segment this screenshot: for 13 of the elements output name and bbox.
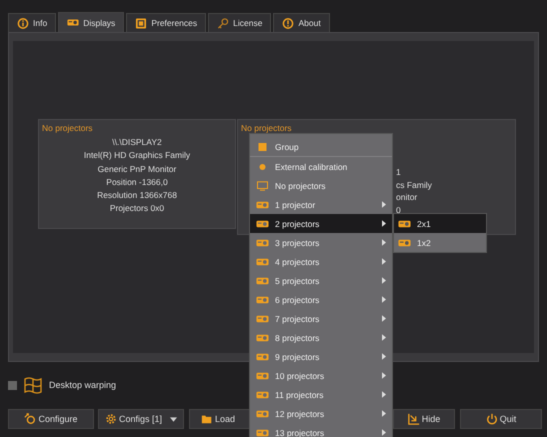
checkbox-label: Desktop warping (49, 380, 116, 390)
display-info: onitor (396, 191, 418, 204)
display-info: Generic PnP Monitor (98, 162, 176, 176)
display-info: 1 (396, 166, 401, 178)
display-info: Intel(R) HD Graphics Family (84, 149, 190, 162)
display-info: cs Family (396, 178, 432, 191)
display-header: No projectors (241, 123, 292, 133)
display-info: 0 (396, 204, 401, 216)
display-info: \\.\DISPLAY2 (112, 136, 162, 149)
display-header: No projectors (42, 123, 93, 133)
display-info: Resolution 1366x768 (97, 189, 177, 202)
display-info: Position -1366,0 (106, 176, 168, 189)
display-info: Projectors 0x0 (110, 202, 164, 216)
